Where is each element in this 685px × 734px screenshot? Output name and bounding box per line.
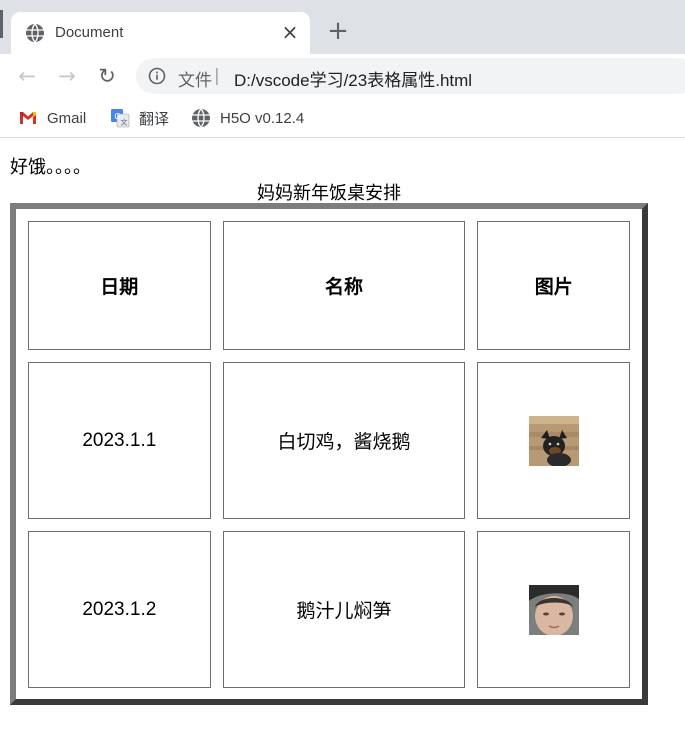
table-caption: 妈妈新年饭桌安排 xyxy=(257,183,401,204)
gmail-icon xyxy=(20,112,36,124)
table-row: 2023.1.1 白切鸡，酱烧鹅 xyxy=(28,362,630,519)
bookmark-gmail[interactable]: Gmail xyxy=(18,107,86,129)
bookmark-translate[interactable]: G 文 翻译 xyxy=(110,107,169,129)
menu-table: 日期 名称 图片 2023.1.1 白切鸡，酱烧鹅 2023.1.2 鹅汁儿焖笋 xyxy=(10,203,648,705)
bookmark-h5o[interactable]: H5O v0.12.4 xyxy=(191,107,304,129)
cell-image xyxy=(477,531,630,688)
address-separator: | xyxy=(214,66,220,86)
window-edge xyxy=(0,10,3,38)
info-icon[interactable] xyxy=(148,67,166,85)
cell-name: 白切鸡，酱烧鹅 xyxy=(222,362,466,519)
bookmark-label: Gmail xyxy=(47,109,87,127)
cell-name: 鹅汁儿焖笋 xyxy=(222,531,466,688)
translate-icon: G 文 xyxy=(111,109,130,128)
header-image: 图片 xyxy=(477,221,630,350)
close-icon[interactable]: × xyxy=(279,21,301,43)
new-tab-button[interactable]: + xyxy=(326,18,350,44)
cell-date: 2023.1.1 xyxy=(28,362,211,519)
globe-icon xyxy=(26,23,44,43)
bookmarks-bar: Gmail G 文 翻译 H5O v0.12.4 xyxy=(0,98,685,138)
svg-text:G: G xyxy=(114,112,120,121)
page-viewport: 好饿。。。。 妈妈新年饭桌安排 日期 名称 图片 2023.1.1 白切鸡，酱烧… xyxy=(0,139,685,734)
header-name: 名称 xyxy=(222,221,466,350)
forward-arrow-icon[interactable]: → xyxy=(54,63,80,89)
face-photo xyxy=(528,584,579,635)
intro-text: 好饿。。。。 xyxy=(10,157,91,178)
browser-toolbar: ← → ↻ 文件 | D:/vscode学习/23表格属性.html xyxy=(0,54,685,98)
address-bar[interactable]: 文件 | D:/vscode学习/23表格属性.html xyxy=(136,58,685,94)
bookmark-label: H5O v0.12.4 xyxy=(220,109,305,127)
address-scheme-label: 文件 xyxy=(178,71,212,91)
cell-image xyxy=(477,362,630,519)
tab-strip: Document × + xyxy=(0,0,685,54)
table-header-row: 日期 名称 图片 xyxy=(28,221,630,350)
bookmark-label: 翻译 xyxy=(139,110,170,128)
dog-photo xyxy=(528,415,579,466)
globe-icon xyxy=(192,108,210,128)
table-row: 2023.1.2 鹅汁儿焖笋 xyxy=(28,531,630,688)
back-arrow-icon[interactable]: ← xyxy=(14,63,40,89)
tab-document[interactable]: Document × xyxy=(11,12,310,54)
svg-text:文: 文 xyxy=(121,118,128,127)
header-date: 日期 xyxy=(28,221,211,350)
cell-date: 2023.1.2 xyxy=(28,531,211,688)
tab-title: Document xyxy=(55,24,124,41)
reload-icon[interactable]: ↻ xyxy=(94,63,120,89)
address-url[interactable]: D:/vscode学习/23表格属性.html xyxy=(234,66,472,91)
